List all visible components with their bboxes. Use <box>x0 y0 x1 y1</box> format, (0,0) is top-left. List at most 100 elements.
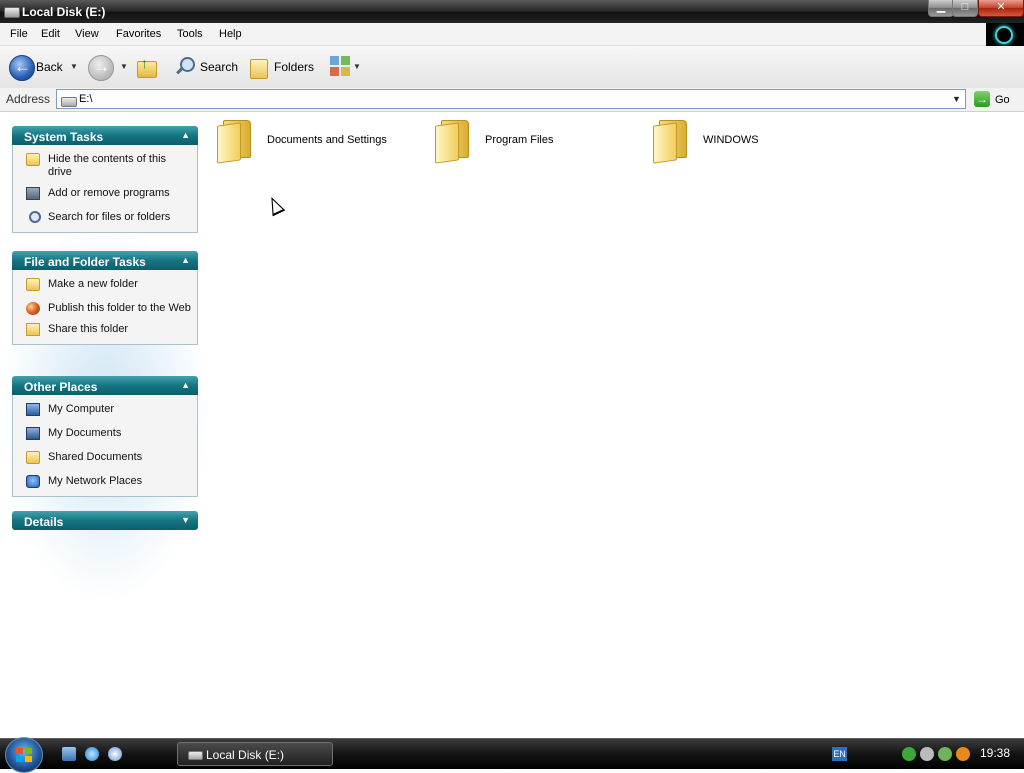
task-share-folder[interactable]: Share this folder <box>13 321 197 338</box>
panel-title: Details <box>24 515 64 529</box>
folder-up-icon[interactable]: ↑ <box>137 55 157 78</box>
folder-label: Documents and Settings <box>267 134 387 146</box>
file-folder-tasks-header[interactable]: File and Folder Tasks ▲ <box>12 251 198 270</box>
task-new-folder[interactable]: Make a new folder <box>13 276 197 293</box>
drive-icon <box>4 7 20 18</box>
back-button[interactable]: Back <box>36 60 63 74</box>
search-icon[interactable] <box>175 56 195 78</box>
panel-title: Other Places <box>24 380 98 394</box>
menu-bar: File Edit View Favorites Tools Help <box>0 23 1024 46</box>
address-dropdown-icon[interactable]: ▼ <box>948 90 965 108</box>
folder-icon <box>217 120 251 164</box>
menu-favorites[interactable]: Favorites <box>116 28 161 40</box>
folders-button[interactable]: Folders <box>274 60 314 74</box>
details-panel: Details ▼ <box>12 511 198 530</box>
folders-icon[interactable] <box>250 56 270 79</box>
place-label: Shared Documents <box>48 451 143 463</box>
place-shared-documents[interactable]: Shared Documents <box>13 449 197 466</box>
task-publish-web[interactable]: Publish this folder to the Web <box>13 300 197 317</box>
language-indicator[interactable]: EN <box>832 747 847 761</box>
menu-edit[interactable]: Edit <box>41 28 60 40</box>
network-tray-icon[interactable] <box>902 747 916 761</box>
collapse-chevron-icon[interactable]: ▲ <box>181 380 190 390</box>
other-places-header[interactable]: Other Places ▲ <box>12 376 198 395</box>
security-tray-icon[interactable] <box>938 747 952 761</box>
panel-title: System Tasks <box>24 130 104 144</box>
task-add-remove-programs[interactable]: Add or remove programs <box>13 185 197 202</box>
place-label: My Network Places <box>48 475 143 487</box>
windows-throbber <box>986 23 1024 47</box>
menu-view[interactable]: View <box>75 28 99 40</box>
system-tasks-header[interactable]: System Tasks ▲ <box>12 126 198 145</box>
search-button[interactable]: Search <box>200 60 238 74</box>
place-network-places[interactable]: My Network Places <box>13 473 197 490</box>
expand-chevron-icon[interactable]: ▼ <box>181 515 190 525</box>
address-value[interactable]: E:\ <box>79 93 92 105</box>
windows-flag-icon <box>16 748 32 762</box>
internet-explorer-icon[interactable] <box>85 747 99 761</box>
task-label: Publish this folder to the Web <box>48 302 191 314</box>
folder-icon <box>26 153 40 166</box>
place-my-documents[interactable]: My Documents <box>13 425 197 442</box>
panel-title: File and Folder Tasks <box>24 255 146 269</box>
back-dropdown-icon[interactable]: ▼ <box>70 62 78 71</box>
forward-dropdown-icon[interactable]: ▼ <box>120 62 128 71</box>
share-folder-icon <box>26 323 40 336</box>
programs-icon <box>26 187 40 200</box>
place-label: My Documents <box>48 427 122 439</box>
menu-help[interactable]: Help <box>219 28 242 40</box>
new-folder-icon <box>26 278 40 291</box>
other-places-panel: Other Places ▲ My Computer My Documents … <box>12 376 198 497</box>
mouse-cursor-icon <box>265 194 286 217</box>
task-search-files[interactable]: Search for files or folders <box>13 209 197 226</box>
views-dropdown-icon[interactable]: ▼ <box>353 62 361 71</box>
system-tasks-panel: System Tasks ▲ Hide the contents of this… <box>12 126 198 233</box>
title-bar: Local Disk (E:) ▁ □ ✕ <box>0 0 1024 23</box>
place-my-computer[interactable]: My Computer <box>13 401 197 418</box>
shared-folder-icon <box>26 451 40 464</box>
search-tray-icon[interactable] <box>956 747 970 761</box>
publish-web-icon <box>26 302 40 315</box>
go-arrow-icon[interactable]: → <box>974 91 990 107</box>
task-label: Add or remove programs <box>48 187 170 199</box>
toolbar: Back ▼ ▼ ↑ Search Folders ▼ <box>0 46 1024 89</box>
folder-icon <box>435 120 469 164</box>
throbber-ring-icon <box>995 26 1013 44</box>
search-icon <box>29 211 41 223</box>
network-icon <box>26 475 40 488</box>
folder-label: Program Files <box>485 134 554 146</box>
media-player-icon[interactable] <box>108 747 122 761</box>
taskbar-window-button[interactable]: Local Disk (E:) <box>177 742 333 766</box>
clock[interactable]: 19:38 <box>980 746 1010 760</box>
address-input[interactable]: E:\ ▼ <box>56 89 966 109</box>
address-label: Address <box>6 92 51 106</box>
volume-tray-icon[interactable] <box>920 747 934 761</box>
drive-icon <box>61 97 77 107</box>
folder-label: WINDOWS <box>703 134 759 146</box>
task-label: Search for files or folders <box>48 211 171 223</box>
menu-file[interactable]: File <box>10 28 28 40</box>
drive-icon <box>188 751 203 760</box>
documents-icon <box>26 427 40 440</box>
show-desktop-icon[interactable] <box>62 747 76 761</box>
minimize-button[interactable]: ▁ <box>928 0 954 17</box>
task-label: Hide the contents of this drive <box>48 153 167 178</box>
forward-arrow-icon[interactable] <box>88 55 114 81</box>
task-label: Make a new folder <box>48 278 138 290</box>
go-button[interactable]: Go <box>995 94 1010 106</box>
collapse-chevron-icon[interactable]: ▲ <box>181 255 190 265</box>
taskbar: Local Disk (E:) EN 19:38 <box>0 737 1024 773</box>
maximize-button[interactable]: □ <box>952 0 978 17</box>
close-button[interactable]: ✕ <box>978 0 1024 17</box>
collapse-chevron-icon[interactable]: ▲ <box>181 130 190 140</box>
back-arrow-icon[interactable] <box>9 55 35 81</box>
task-hide-contents[interactable]: Hide the contents of this drive <box>13 151 197 181</box>
window-title: Local Disk (E:) <box>22 5 106 19</box>
place-label: My Computer <box>48 403 115 415</box>
task-label: Share this folder <box>48 323 129 335</box>
taskbar-window-label: Local Disk (E:) <box>206 748 285 762</box>
views-icon[interactable] <box>330 56 350 76</box>
address-bar: Address E:\ ▼ → Go <box>0 88 1024 112</box>
menu-tools[interactable]: Tools <box>177 28 203 40</box>
details-header[interactable]: Details ▼ <box>12 511 198 530</box>
